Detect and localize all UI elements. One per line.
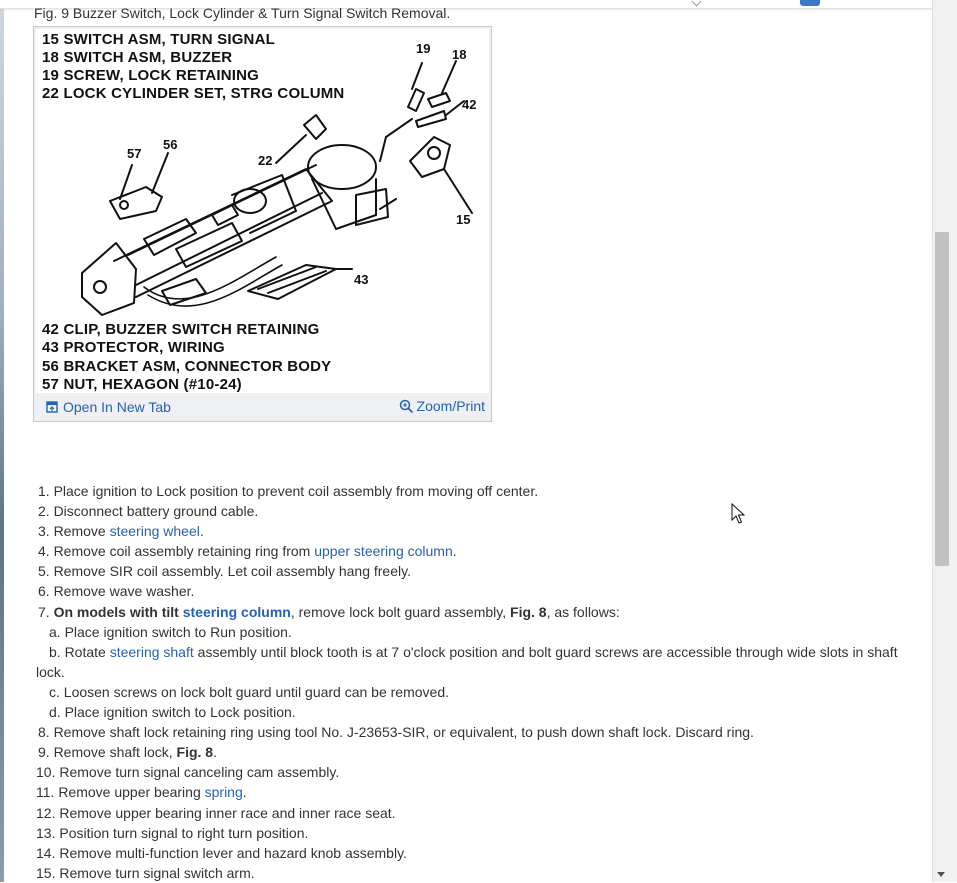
step-item: 14. Remove multi-function lever and haza… <box>36 844 407 861</box>
chevron-icon[interactable] <box>691 0 702 7</box>
toolbar-button-icon[interactable] <box>800 0 820 6</box>
fig-reference: Fig. 8 <box>176 744 214 761</box>
step-item: 2. Disconnect battery ground cable. <box>38 503 259 520</box>
steering-shaft-link[interactable]: steering shaft <box>110 644 194 660</box>
step-text: 9. Remove shaft lock, <box>38 744 177 761</box>
step-item: 7. On models with tilt steering column, … <box>36 602 916 622</box>
substep-item: b. Rotate steering shaft assembly until … <box>36 642 916 682</box>
step-item: 10. Remove turn signal canceling cam ass… <box>36 764 340 781</box>
zoom-print-link[interactable]: Zoom/Print <box>399 398 485 414</box>
step-text: . <box>242 784 247 801</box>
substep-item: a. Place ignition switch to Run position… <box>49 623 292 640</box>
upper-steering-column-link[interactable]: upper steering column <box>314 543 453 559</box>
step-text: 4. Remove coil assembly retaining ring f… <box>38 543 315 560</box>
step-item: 1. Place ignition to Lock position to pr… <box>38 483 539 499</box>
step-text: 7. <box>38 603 54 620</box>
step-item: 9. Remove shaft lock, Fig. 8. <box>36 742 916 762</box>
open-in-new-tab-icon <box>46 401 58 413</box>
figure-caption: Fig. 9 Buzzer Switch, Lock Cylinder & Tu… <box>34 5 451 21</box>
step-item: 3. Remove steering wheel. <box>36 521 916 541</box>
figure-footer: Open In New Tab Zoom/Print <box>34 395 491 421</box>
step-text: . <box>452 543 457 560</box>
step-item: 11. Remove upper bearing spring. <box>36 782 916 802</box>
substep-item: d. Place ignition switch to Lock positio… <box>49 704 296 721</box>
scroll-down-arrow-icon[interactable] <box>937 872 945 877</box>
step-text: b. Rotate <box>49 643 110 660</box>
figure-container: 15 SWITCH ASM, TURN SIGNAL 18 SWITCH ASM… <box>33 26 492 422</box>
step-text: 3. Remove <box>38 523 110 540</box>
step-item: 8. Remove shaft lock retaining ring usin… <box>38 724 754 741</box>
step-item: 13. Position turn signal to right turn p… <box>36 824 309 841</box>
steering-column-diagram[interactable]: 15 SWITCH ASM, TURN SIGNAL 18 SWITCH ASM… <box>36 29 489 393</box>
step-text: . <box>199 523 204 540</box>
step-item: 4. Remove coil assembly retaining ring f… <box>36 541 916 561</box>
desktop-edge <box>0 0 4 882</box>
exploded-view-drawing <box>81 60 473 316</box>
step-text: , remove lock bolt guard assembly, <box>290 603 511 620</box>
substep-item: c. Loosen screws on lock bolt guard unti… <box>49 683 450 700</box>
scrollbar-thumb[interactable] <box>935 232 949 566</box>
procedure-steps: 1. Place ignition to Lock position to pr… <box>36 481 916 883</box>
zoom-print-label: Zoom/Print <box>416 398 485 414</box>
step-item: 12. Remove upper bearing inner race and … <box>36 804 396 821</box>
step-bold-text: On models with tilt <box>53 603 183 620</box>
step-text: , as follows: <box>546 603 620 620</box>
fig-reference: Fig. 8 <box>510 603 547 620</box>
step-text: 11. Remove upper bearing <box>36 784 205 801</box>
step-item: 6. Remove wave washer. <box>38 583 195 600</box>
spring-link[interactable]: spring <box>205 784 243 800</box>
open-in-new-tab-link[interactable]: Open In New Tab <box>46 399 171 415</box>
step-text: . <box>213 744 217 761</box>
open-in-new-tab-label: Open In New Tab <box>63 399 171 415</box>
mouse-cursor-icon <box>731 503 745 524</box>
steering-column-link[interactable]: steering column <box>183 604 291 620</box>
step-item: 15. Remove turn signal switch arm. <box>36 864 255 881</box>
magnifier-icon <box>399 399 413 413</box>
step-item: 5. Remove SIR coil assembly. Let coil as… <box>38 563 411 580</box>
steering-wheel-link[interactable]: steering wheel <box>110 523 200 539</box>
